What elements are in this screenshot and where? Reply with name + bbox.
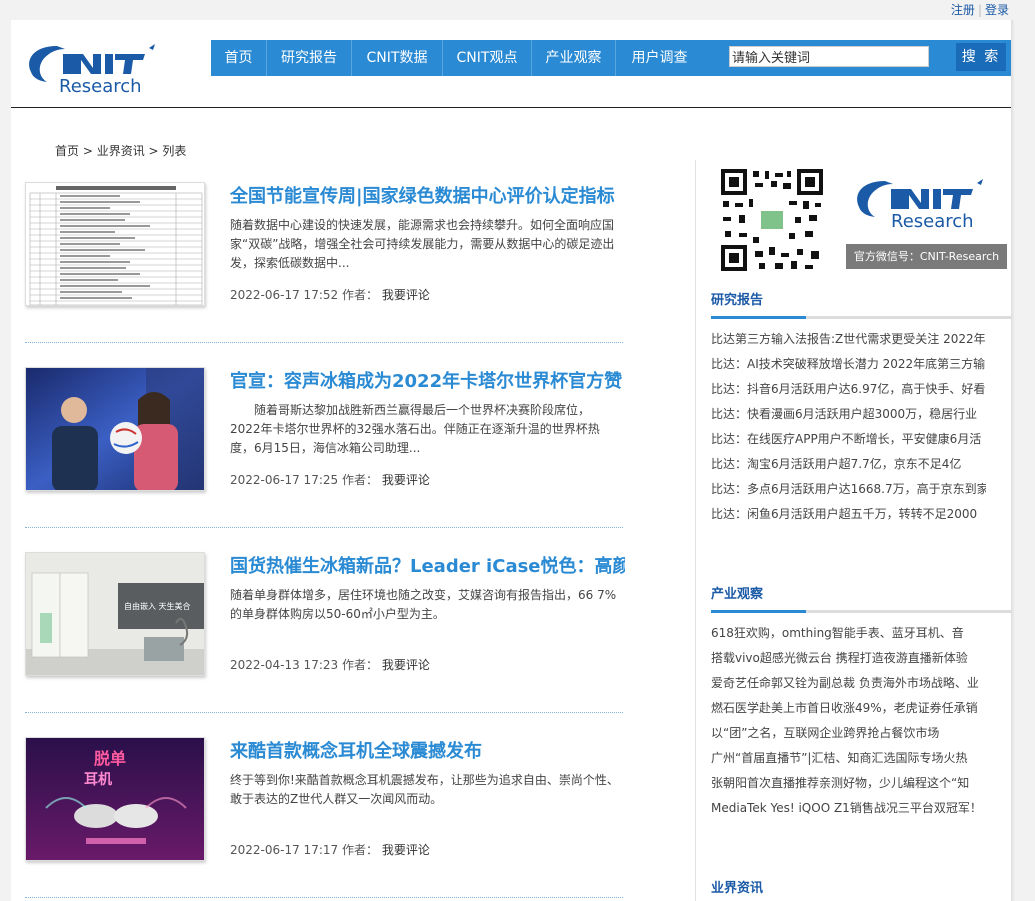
article-author-label: 作者：: [341, 658, 378, 672]
article-meta: 2022-06-17 17:52 作者： 我要评论: [230, 286, 430, 303]
article-author-label: 作者：: [341, 473, 378, 487]
reports-list: 比达第三方输入法报告:Z世代需求更受关注 2022年 比达：AI技术突破释放增长…: [711, 327, 1011, 527]
article-author-label: 作者：: [341, 288, 378, 302]
article-summary: 随着哥斯达黎加战胜新西兰赢得最后一个世界杯决赛阶段席位，2022年卡塔尔世界杯的…: [230, 403, 600, 455]
list-item[interactable]: 搭载vivo超感光微云台 携程打造夜游直播新体验: [711, 646, 986, 671]
article-divider: [25, 897, 623, 898]
nav-cnit-data[interactable]: CNIT数据: [352, 40, 443, 76]
article-item: 全国节能宣传周|国家绿色数据中心评价认定指标 随着数据中心建设的快速发展，能源需…: [25, 182, 625, 352]
table-document-thumbnail: [26, 183, 204, 305]
article-divider: [25, 342, 623, 343]
article-item: 官宣：容声冰箱成为2022年卡塔尔世界杯官方赞 随着哥斯达黎加战胜新西兰赢得最后…: [25, 367, 625, 537]
search-input[interactable]: [729, 46, 929, 67]
sidebar-heading-reports[interactable]: 研究报告: [711, 290, 1011, 316]
breadcrumb-current: 列表: [162, 144, 187, 158]
fridge-product-photo: 自由嵌入 天生美合: [26, 553, 204, 675]
thumbnail-text: 耳机: [84, 771, 112, 788]
comment-link[interactable]: 我要评论: [382, 473, 430, 487]
link-separator: |: [977, 3, 982, 17]
heading-underline: [711, 316, 1011, 319]
list-item[interactable]: 广州“首届直播节”|汇桔、知商汇选国际专场火热: [711, 746, 986, 771]
sidebar-divider: [695, 160, 696, 901]
comment-link[interactable]: 我要评论: [382, 288, 430, 302]
list-item[interactable]: 618狂欢购，omthing智能手表、蓝牙耳机、音: [711, 621, 986, 646]
side-logo-subtext: Research: [891, 211, 974, 232]
heading-underline: [711, 610, 1011, 613]
sidebar-news-section: 业界资讯: [711, 878, 1011, 901]
nav-user-survey[interactable]: 用户调查: [616, 40, 703, 76]
article-meta: 2022-06-17 17:25 作者： 我要评论: [230, 471, 430, 488]
comment-link[interactable]: 我要评论: [382, 658, 430, 672]
article-date: 2022-04-13 17:23: [230, 658, 339, 672]
nav-industry-watch[interactable]: 产业观察: [532, 40, 616, 76]
article-title[interactable]: 来酷首款概念耳机全球震撼发布: [230, 737, 625, 763]
nav-cnit-views[interactable]: CNIT观点: [443, 40, 532, 76]
login-link[interactable]: 登录: [985, 3, 1009, 17]
article-item: 脱单 耳机 来酷首款概念耳机全球震撼发布 终于等到你!来酷首款概念耳机震撼发布，…: [25, 737, 625, 901]
main-nav: 首页 研究报告 CNIT数据 CNIT观点 产业观察 用户调查 搜 索: [211, 40, 1011, 76]
article-title[interactable]: 国货热催生冰箱新品？Leader iCase悦色：高颜: [230, 552, 625, 578]
cnit-side-logo: Research: [857, 179, 983, 232]
article-title[interactable]: 全国节能宣传周|国家绿色数据中心评价认定指标: [230, 182, 625, 208]
thumbnail-text: 自由嵌入 天生美合: [124, 601, 191, 611]
article-meta: 2022-06-17 17:17 作者： 我要评论: [230, 841, 430, 858]
article-divider: [25, 712, 623, 713]
thumbnail-text: 脱单: [94, 749, 126, 768]
nav-home[interactable]: 首页: [211, 40, 267, 76]
article-summary: 随着单身群体增多，居住环境也随之改变，艾媒咨询有报告指出，66 7%的单身群体购…: [230, 588, 617, 621]
article-thumbnail[interactable]: 自由嵌入 天生美合: [25, 552, 205, 676]
account-links: 注册 | 登录: [951, 1, 1009, 18]
logo-subtext: Research: [59, 76, 142, 96]
list-item[interactable]: 张朝阳首次直播推荐亲测好物，少儿编程这个“知: [711, 771, 986, 796]
article-thumbnail[interactable]: 脱单 耳机: [25, 737, 205, 861]
article-thumbnail[interactable]: [25, 367, 205, 491]
list-item[interactable]: 比达：抖音6月活跃用户达6.97亿，高于快手、好看: [711, 377, 986, 402]
breadcrumb-home[interactable]: 首页: [55, 144, 79, 158]
list-item[interactable]: 比达：快看漫画6月活跃用户超3000万，稳居行业: [711, 402, 986, 427]
nav-research-reports[interactable]: 研究报告: [267, 40, 352, 76]
article-item: 自由嵌入 天生美合 国货热催生冰箱新品？Leader iCase悦色：高颜 随着…: [25, 552, 625, 722]
page-shadow: [1011, 20, 1015, 901]
sidebar-heading-industry[interactable]: 产业观察: [711, 584, 1011, 610]
list-item[interactable]: MediaTek Yes! iQOO Z1销售战况三平台双冠军！: [711, 796, 986, 821]
article-date: 2022-06-17 17:17: [230, 843, 339, 857]
list-item[interactable]: 比达：在线医疗APP用户不断增长，平安健康6月活: [711, 427, 986, 452]
register-link[interactable]: 注册: [951, 3, 975, 17]
cnit-logo[interactable]: Research: [23, 40, 163, 96]
top-utility-bar: 注册 | 登录: [0, 0, 1035, 20]
article-summary: 随着数据中心建设的快速发展，能源需求也会持续攀升。如何全面响应国家“双碳”战略，…: [230, 218, 615, 270]
site-header: Research 首页 研究报告 CNIT数据 CNIT观点 产业观察 用户调查…: [11, 20, 1011, 108]
article-thumbnail[interactable]: [25, 182, 205, 306]
search-button[interactable]: 搜 索: [956, 43, 1006, 71]
sidebar-heading-news[interactable]: 业界资讯: [711, 878, 1011, 901]
article-title[interactable]: 官宣：容声冰箱成为2022年卡塔尔世界杯官方赞: [230, 367, 625, 393]
article-date: 2022-06-17 17:25: [230, 473, 339, 487]
list-item[interactable]: 比达：淘宝6月活跃用户超7.7亿，京东不足4亿: [711, 452, 986, 477]
sidebar-reports-section: 研究报告 比达第三方输入法报告:Z世代需求更受关注 2022年 比达：AI技术突…: [711, 290, 1011, 527]
wechat-qr-code: [719, 167, 825, 273]
wechat-label: 官方微信号：CNIT-Research: [846, 244, 1007, 269]
press-event-photo: [26, 368, 204, 490]
list-item[interactable]: 爱奇艺任命郭又铨为副总裁 负责海外市场战略、业: [711, 671, 986, 696]
article-divider: [25, 527, 623, 528]
list-item[interactable]: 以“团”之名，互联网企业跨界抢占餐饮市场: [711, 721, 986, 746]
breadcrumb-separator: >: [79, 144, 97, 158]
article-author-label: 作者：: [341, 843, 378, 857]
list-item[interactable]: 比达：闲鱼6月活跃用户超五千万，转转不足2000: [711, 502, 986, 527]
breadcrumb: 首页 > 业界资讯 > 列表: [55, 142, 186, 159]
list-item[interactable]: 燃石医学赴美上市首日收涨49%，老虎证券任承销: [711, 696, 986, 721]
breadcrumb-section[interactable]: 业界资讯: [97, 144, 145, 158]
list-item[interactable]: 比达：AI技术突破释放增长潜力 2022年底第三方输: [711, 352, 986, 377]
comment-link[interactable]: 我要评论: [382, 843, 430, 857]
article-summary: 终于等到你!来酷首款概念耳机震撼发布，让那些为追求自由、崇尚个性、敢于表达的Z世…: [230, 773, 619, 806]
list-item[interactable]: 比达第三方输入法报告:Z世代需求更受关注 2022年: [711, 327, 986, 352]
page-container: Research 首页 研究报告 CNIT数据 CNIT观点 产业观察 用户调查…: [11, 20, 1011, 901]
article-meta: 2022-04-13 17:23 作者： 我要评论: [230, 656, 430, 673]
sidebar-industry-section: 产业观察 618狂欢购，omthing智能手表、蓝牙耳机、音 搭载vivo超感光…: [711, 584, 1011, 821]
breadcrumb-separator: >: [144, 144, 163, 158]
industry-list: 618狂欢购，omthing智能手表、蓝牙耳机、音 搭载vivo超感光微云台 携…: [711, 621, 1011, 821]
article-date: 2022-06-17 17:52: [230, 288, 339, 302]
earphone-promo-image: 脱单 耳机: [26, 738, 204, 860]
list-item[interactable]: 比达：多点6月活跃用户达1668.7万，高于京东到家: [711, 477, 986, 502]
